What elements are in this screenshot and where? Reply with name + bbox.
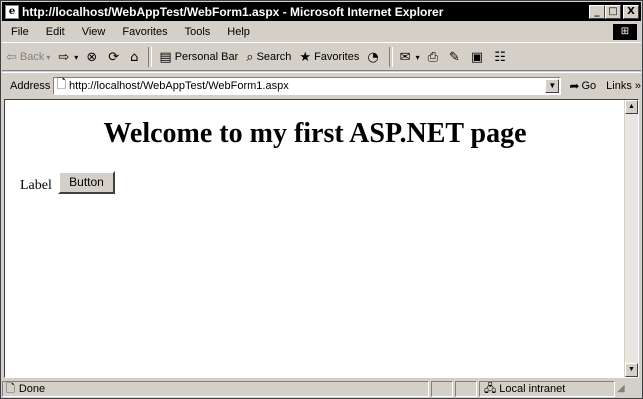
history-button[interactable]: ◔: [363, 50, 385, 65]
menu-view[interactable]: View: [73, 26, 114, 38]
messenger-icon: ☷: [494, 49, 506, 65]
favorites-button[interactable]: ★ Favorites: [295, 50, 363, 65]
minimize-button[interactable]: _: [589, 4, 605, 19]
stop-button[interactable]: ⊗: [82, 50, 104, 65]
history-icon: ◔: [367, 49, 379, 65]
personal-bar-icon: ▤: [159, 49, 172, 65]
forward-arrow-icon: ⇨: [58, 49, 70, 65]
status-zone-text: Local intranet: [499, 383, 566, 395]
status-pane: [455, 381, 477, 397]
go-arrow-icon: ➦: [569, 78, 580, 93]
stop-icon: ⊗: [86, 49, 98, 65]
address-dropdown-icon[interactable]: ▼: [545, 78, 560, 93]
window-title: http://localhost/WebAppTest/WebForm1.asp…: [22, 4, 444, 19]
favorites-label: Favorites: [314, 51, 360, 63]
window-controls: _ □ X: [589, 4, 639, 19]
menu-tools[interactable]: Tools: [176, 26, 219, 38]
menu-file[interactable]: File: [2, 26, 37, 38]
back-label: Back: [19, 51, 45, 63]
back-arrow-icon: ⇦: [6, 49, 17, 65]
edit-button[interactable]: ✎: [445, 50, 467, 65]
address-label: Address: [10, 79, 51, 92]
home-icon: ⌂: [130, 49, 139, 65]
address-input[interactable]: 🗋 http://localhost/WebAppTest/WebForm1.a…: [53, 76, 562, 95]
search-button[interactable]: ⌕ Search: [242, 50, 295, 65]
mail-icon: ✉: [399, 49, 411, 65]
refresh-icon: ⟳: [108, 49, 120, 65]
browser-window: e http://localhost/WebAppTest/WebForm1.a…: [0, 0, 643, 399]
search-icon: ⌕: [246, 49, 254, 65]
discuss-button[interactable]: ▣: [467, 50, 490, 65]
status-page-icon: 🗋: [6, 382, 15, 395]
standard-toolbar: ⇦ Back ▾ ⇨ ▾ ⊗ ⟳ ⌂ ▤ Personal Bar ⌕ Sear…: [2, 44, 641, 71]
title-bar[interactable]: e http://localhost/WebAppTest/WebForm1.a…: [2, 2, 641, 21]
go-button[interactable]: ➦ Go: [569, 79, 596, 93]
page-heading: Welcome to my first ASP.NET page: [103, 118, 527, 149]
page-button[interactable]: Button: [58, 171, 115, 194]
toolbar-separator: [388, 47, 393, 67]
back-dropdown-icon[interactable]: ▾: [46, 53, 50, 62]
menu-edit[interactable]: Edit: [37, 26, 73, 38]
vertical-scrollbar[interactable]: ▲ ▼: [624, 100, 638, 377]
scroll-up-icon[interactable]: ▲: [625, 100, 638, 114]
personal-bar-button[interactable]: ▤ Personal Bar: [155, 50, 242, 65]
discuss-icon: ▣: [470, 49, 484, 65]
edit-icon: ✎: [449, 49, 460, 65]
toolbar-separator: [148, 47, 153, 67]
home-button[interactable]: ⌂: [126, 50, 145, 65]
maximize-button[interactable]: □: [605, 4, 621, 19]
go-label: Go: [581, 79, 597, 92]
menu-favorites[interactable]: Favorites: [113, 26, 175, 38]
forward-dropdown-icon[interactable]: ▾: [74, 53, 78, 62]
favorites-icon: ★: [299, 49, 312, 65]
search-label: Search: [256, 51, 292, 63]
page-icon: 🗋: [56, 77, 67, 91]
address-value[interactable]: http://localhost/WebAppTest/WebForm1.asp…: [69, 80, 289, 92]
menu-help[interactable]: Help: [218, 26, 258, 38]
status-bar: 🗋 Done 🖧 Local intranet ◢: [2, 380, 641, 398]
close-button[interactable]: X: [623, 4, 639, 19]
status-pane: [431, 381, 453, 397]
address-bar: Address 🗋 http://localhost/WebAppTest/We…: [2, 72, 641, 98]
local-intranet-icon: 🖧: [484, 382, 497, 395]
status-main-pane: 🗋 Done: [2, 381, 429, 397]
refresh-button[interactable]: ⟳: [104, 50, 126, 65]
page-content: Welcome to my first ASP.NET page Label B…: [4, 99, 639, 378]
print-button[interactable]: ⎙: [424, 50, 445, 65]
menu-bar: File Edit View Favorites Tools Help ⊞: [2, 22, 641, 43]
scroll-down-icon[interactable]: ▼: [625, 363, 638, 377]
print-icon: ⎙: [427, 49, 438, 65]
windows-logo-icon: ⊞: [613, 24, 637, 40]
mail-button[interactable]: ✉ ▾: [396, 50, 424, 65]
forward-button[interactable]: ⇨ ▾: [54, 50, 82, 65]
back-button[interactable]: ⇦ Back ▾: [2, 50, 54, 65]
personal-bar-label: Personal Bar: [174, 51, 239, 63]
resize-grip-icon[interactable]: ◢: [617, 383, 629, 395]
links-button[interactable]: Links »: [606, 80, 641, 92]
ie-page-icon: e: [5, 4, 19, 19]
messenger-button[interactable]: ☷: [490, 50, 513, 65]
status-text: Done: [18, 383, 46, 395]
mail-dropdown-icon[interactable]: ▾: [416, 53, 420, 62]
status-zone-pane: 🖧 Local intranet: [479, 381, 615, 397]
page-label: Label: [20, 178, 52, 193]
